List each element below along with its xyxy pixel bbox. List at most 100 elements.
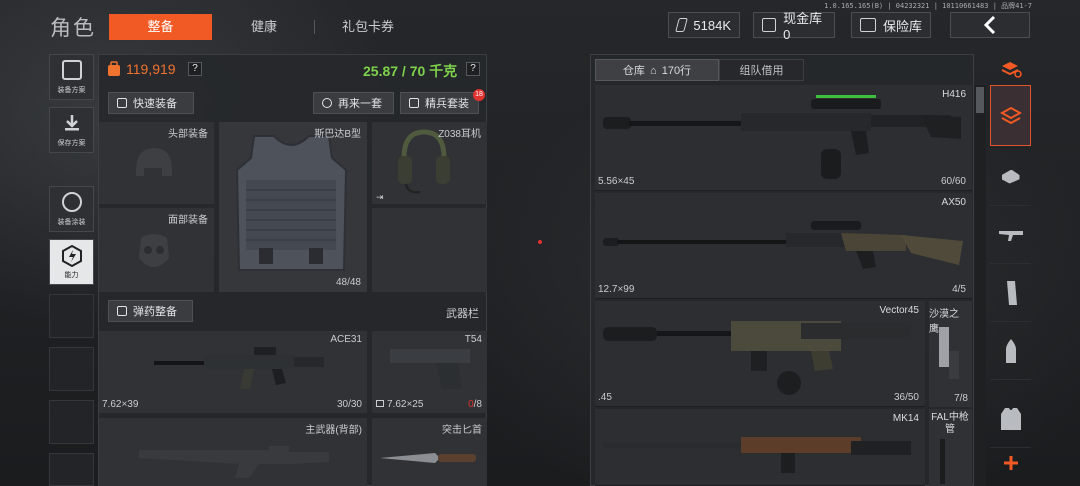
weight-help-button[interactable]: ? xyxy=(466,62,480,76)
item-name: MK14 xyxy=(892,413,919,424)
warehouse-item[interactable]: MK14 xyxy=(595,409,925,486)
knife-image xyxy=(380,453,476,463)
rifle-silhouette-icon xyxy=(139,446,329,478)
head-slot[interactable]: 头部装备 xyxy=(99,122,214,204)
item-name: 沙漠之鹰 xyxy=(929,309,959,335)
nav-loadout-plan-label: 装备方案 xyxy=(57,86,86,94)
ammo-prep-label: 弹药整备 xyxy=(133,306,177,318)
armor-durability: 48/48 xyxy=(335,277,361,288)
primary-weapon-ammo: 30/30 xyxy=(336,399,362,410)
armor-slot[interactable]: 斯巴达B型 48/48 xyxy=(219,122,367,292)
save-icon xyxy=(64,114,79,130)
shirt-icon xyxy=(117,98,127,108)
warehouse-item-side[interactable]: FAL中枪管 xyxy=(929,409,972,486)
pistol-slot[interactable]: T54 7.62×25 0/8 xyxy=(372,331,487,413)
nav-ability[interactable]: 能力 xyxy=(49,239,94,285)
vest-icon xyxy=(1000,407,1021,430)
tab-equip[interactable]: 整备 xyxy=(109,14,212,40)
ammo-box-icon xyxy=(376,400,384,407)
item-ammo: 36/50 xyxy=(893,392,919,403)
again-label: 再来一套 xyxy=(338,98,382,110)
shield-icon xyxy=(409,98,419,108)
money-icon xyxy=(675,18,689,32)
warehouse-item-side[interactable]: 沙漠之鹰 7/8 xyxy=(929,301,972,407)
pistol-image xyxy=(390,349,470,389)
vault-icon xyxy=(762,18,777,32)
nav-save-plan[interactable]: 保存方案 xyxy=(49,107,94,153)
item-caliber: 12.7×99 xyxy=(598,284,635,295)
rifle-image xyxy=(154,347,324,389)
barrel-image xyxy=(940,439,945,484)
again-button[interactable]: 再来一套 xyxy=(313,92,394,114)
primary-weapon-slot[interactable]: ACE31 7.62×39 30/30 xyxy=(99,331,367,413)
elite-set-label: 精兵套装 xyxy=(425,98,469,110)
version-text: 1.0.165.165(B) | 04232321 | 10110661483 … xyxy=(824,2,1032,10)
ammo-prep-button[interactable]: 弹药整备 xyxy=(108,300,193,322)
knife-label: 突击匕首 xyxy=(442,425,482,436)
quick-equip-button[interactable]: 快速装备 xyxy=(108,92,194,114)
weapon-bar-label: 武器栏 xyxy=(446,308,479,320)
warehouse-tab-label: 仓库 xyxy=(622,65,645,77)
rail-helmet[interactable] xyxy=(990,148,1031,206)
warehouse-item[interactable]: AX50 12.7×99 4/5 xyxy=(595,193,972,299)
nav-loadout-plan[interactable]: 装备方案 xyxy=(49,54,94,100)
empty-slot[interactable] xyxy=(372,208,487,292)
value-help-button[interactable]: ? xyxy=(188,62,202,76)
warehouse-item[interactable]: Vector45 .45 36/50 xyxy=(595,301,925,407)
home-icon: ⌂ xyxy=(649,65,657,77)
warehouse-item[interactable]: H416 5.56×45 60/60 xyxy=(595,85,972,191)
mask-icon xyxy=(139,234,169,267)
nav-paint[interactable]: 装备涂装 xyxy=(49,186,94,232)
quick-equip-label: 快速装备 xyxy=(133,98,177,110)
face-slot[interactable]: 面部装备 xyxy=(99,208,214,292)
warehouse-rows: 170行 xyxy=(661,65,692,77)
item-caliber: 5.56×45 xyxy=(598,176,635,187)
cash-vault-button[interactable]: 现金库 0 xyxy=(753,11,835,42)
bullet-icon xyxy=(1005,338,1016,363)
item-ammo: 4/5 xyxy=(952,284,966,295)
tab-divider xyxy=(314,20,315,34)
item-ammo: 7/8 xyxy=(954,393,968,404)
helmet-icon xyxy=(136,148,172,176)
rail-stack-refresh[interactable] xyxy=(990,54,1031,84)
tab-team-borrow[interactable]: 组队借用 xyxy=(719,59,804,81)
elite-badge: 18 xyxy=(473,89,485,101)
headset-slot[interactable]: Z038耳机 ⇥ xyxy=(372,122,487,204)
tab-gift-cards[interactable]: 礼包卡券 xyxy=(323,14,413,40)
head-slot-label: 头部装备 xyxy=(168,129,208,140)
top-bar: 角色 整备 健康 礼包卡券 1.0.165.165(B) | 04232321 … xyxy=(0,0,1080,50)
rail-magazine[interactable] xyxy=(990,264,1031,322)
rail-all-items[interactable] xyxy=(990,85,1031,146)
weight-display: 25.87 / 70 千克 xyxy=(363,63,458,79)
face-slot-label: 面部装备 xyxy=(168,215,208,226)
scrollbar-thumb[interactable] xyxy=(976,87,984,113)
eject-icon[interactable]: ⇥ xyxy=(376,192,384,203)
paint-icon xyxy=(61,191,82,212)
warehouse-scrollbar[interactable] xyxy=(974,85,986,486)
item-ammo: 60/60 xyxy=(940,176,966,187)
refresh-icon xyxy=(322,98,332,108)
all-items-icon xyxy=(999,106,1022,124)
ability-icon xyxy=(61,244,82,267)
back-weapon-label: 主武器(背部) xyxy=(305,425,362,436)
knife-slot[interactable]: 突击匕首 xyxy=(372,418,487,486)
rail-add[interactable] xyxy=(990,448,1031,478)
safe-box-button[interactable]: 保险库 xyxy=(851,12,931,38)
marker-dot xyxy=(538,240,542,244)
pistol-caliber: 7.62×25 xyxy=(376,399,423,410)
nav-paint-label: 装备涂装 xyxy=(57,218,86,226)
vector-image xyxy=(603,321,911,395)
rail-rifle[interactable] xyxy=(990,206,1031,264)
pistol-ammo-max: /8 xyxy=(473,399,482,410)
tab-warehouse[interactable]: 仓库 ⌂ 170行 xyxy=(595,59,719,81)
loadout-icon xyxy=(61,59,82,80)
rail-bullet[interactable] xyxy=(990,322,1031,380)
back-weapon-slot[interactable]: 主武器(背部) xyxy=(99,418,367,486)
item-name: FAL中枪管 xyxy=(931,412,969,435)
elite-set-button[interactable]: 精兵套装 xyxy=(400,92,479,114)
rail-vest[interactable] xyxy=(990,390,1031,448)
back-button[interactable] xyxy=(950,12,1030,38)
tab-health[interactable]: 健康 xyxy=(223,14,305,40)
safe-icon xyxy=(860,18,876,32)
nav-ability-label: 能力 xyxy=(64,271,79,279)
